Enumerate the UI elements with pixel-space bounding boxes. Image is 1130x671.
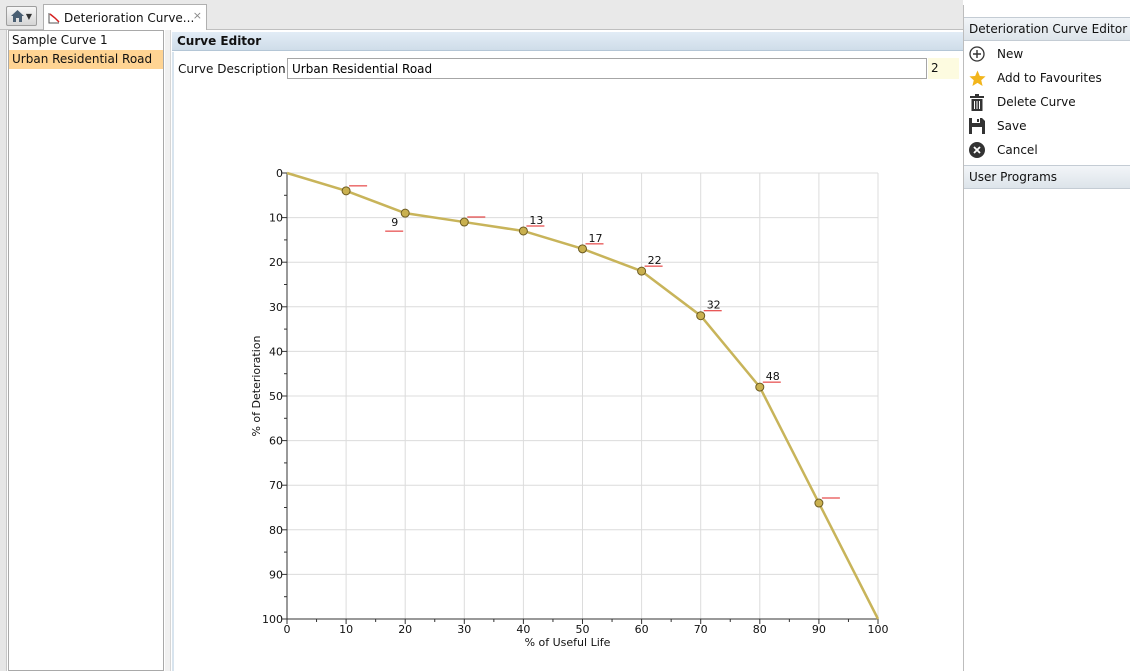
x-tick-label: 60 (635, 623, 649, 636)
x-tick-label: 70 (694, 623, 708, 636)
add-circle-icon (968, 45, 986, 63)
y-tick-label: 10 (269, 212, 283, 225)
data-point-marker (637, 266, 647, 276)
curve-list-item-selected[interactable]: Urban Residential Road (9, 50, 163, 69)
x-tick-label: 10 (339, 623, 353, 636)
cancel-button[interactable]: Cancel (964, 138, 1130, 162)
star-icon (968, 69, 986, 87)
data-point-marker (518, 226, 528, 236)
data-label: 17 (589, 232, 603, 245)
x-tick-label: 80 (753, 623, 767, 636)
home-menu-button[interactable]: ▼ (6, 6, 37, 26)
task-panel: Deterioration Curve Editor New Add to Fa… (963, 5, 1130, 671)
tab-bar: ▼ Deterioration Curve... × (0, 0, 963, 30)
y-tick-label: 30 (269, 301, 283, 314)
x-tick-label: 30 (457, 623, 471, 636)
panel-header-deterioration-curve-editor: Deterioration Curve Editor (964, 17, 1130, 41)
trash-icon (968, 93, 986, 111)
delete-curve-label: Delete Curve (997, 95, 1076, 109)
new-button[interactable]: New (964, 42, 1130, 66)
save-button[interactable]: Save (964, 114, 1130, 138)
add-to-favourites-label: Add to Favourites (997, 71, 1102, 85)
data-label: 48 (766, 370, 780, 383)
data-label: 32 (707, 299, 721, 312)
curve-chart-icon (48, 12, 60, 23)
new-label: New (997, 47, 1024, 61)
y-tick-label: 90 (269, 568, 283, 581)
y-tick-label: 100 (262, 613, 283, 626)
data-label: 22 (648, 254, 662, 267)
data-point-marker (696, 311, 706, 321)
save-label: Save (997, 119, 1027, 133)
data-point-marker (814, 498, 824, 508)
panel-header-user-programs: User Programs (964, 165, 1130, 189)
x-axis-title: % of Useful Life (525, 636, 611, 649)
y-tick-label: 20 (269, 256, 283, 269)
x-tick-label: 20 (398, 623, 412, 636)
data-point-marker (459, 217, 469, 227)
left-edge-gutter (0, 30, 7, 671)
data-point-marker (755, 382, 765, 392)
tab-deterioration-curve[interactable]: Deterioration Curve... × (43, 4, 207, 30)
data-point-marker (400, 208, 410, 218)
x-tick-label: 0 (284, 623, 291, 636)
y-tick-label: 0 (276, 167, 283, 180)
data-label: 9 (391, 216, 398, 229)
floppy-disk-icon (968, 117, 986, 135)
data-label: 13 (529, 214, 543, 227)
cancel-label: Cancel (997, 143, 1038, 157)
x-tick-label: 100 (868, 623, 889, 636)
deterioration-chart[interactable]: 0 10 20 30 40 50 60 70 80 90 100010203040506070809… (172, 30, 963, 671)
y-tick-label: 60 (269, 435, 283, 448)
delete-curve-button[interactable]: Delete Curve (964, 90, 1130, 114)
close-icon[interactable]: × (193, 9, 202, 22)
curve-list: Sample Curve 1 Urban Residential Road (8, 30, 164, 671)
y-tick-label: 40 (269, 345, 283, 358)
y-tick-label: 80 (269, 524, 283, 537)
home-icon (10, 10, 24, 22)
cancel-circle-icon (968, 141, 986, 159)
y-tick-label: 50 (269, 390, 283, 403)
curve-editor: Curve Editor Curve Description 2 0102030… (172, 30, 963, 671)
data-point-marker (341, 186, 351, 196)
chevron-down-icon: ▼ (25, 11, 33, 21)
data-point-marker (578, 244, 587, 254)
x-tick-label: 40 (516, 623, 530, 636)
splitter-handle[interactable] (165, 30, 171, 671)
y-tick-label: 70 (269, 479, 283, 492)
x-tick-label: 90 (812, 623, 826, 636)
tab-label: Deterioration Curve... (64, 10, 195, 25)
add-to-favourites-button[interactable]: Add to Favourites (964, 66, 1130, 90)
curve-list-item[interactable]: Sample Curve 1 (9, 31, 163, 50)
y-axis-title: % of Deterioration (250, 335, 263, 436)
x-tick-label: 50 (576, 623, 590, 636)
